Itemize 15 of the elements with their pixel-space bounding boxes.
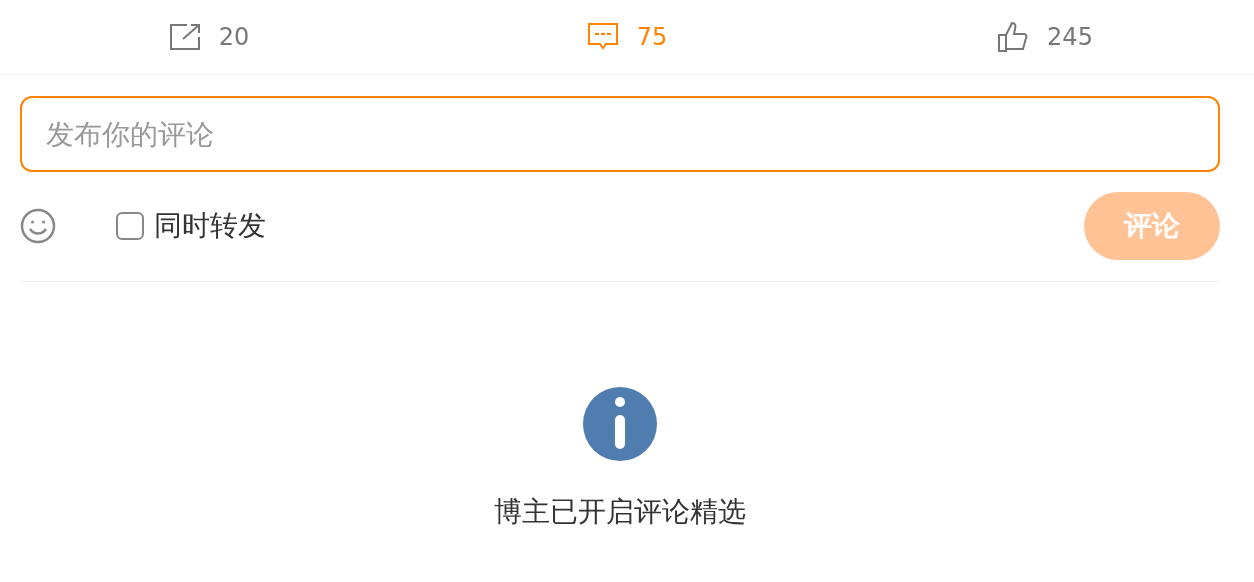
count-label: 245 xyxy=(1047,23,1093,51)
smiley-icon[interactable] xyxy=(20,208,56,244)
notice-text: 博主已开启评论精选 xyxy=(494,494,746,530)
count-label: 75 xyxy=(636,23,668,51)
checkbox-label: 同时转发 xyxy=(154,208,266,244)
share-icon xyxy=(168,23,201,51)
action-tab[interactable]: 245 xyxy=(836,0,1254,74)
thumbs-up-icon xyxy=(997,21,1030,53)
action-tab[interactable]: 75 xyxy=(418,0,836,74)
comment-input-field[interactable]: 发布你的评论 xyxy=(20,96,1220,172)
count-label: 20 xyxy=(218,23,250,51)
comment-icon xyxy=(586,22,619,52)
action-tab[interactable]: 20 xyxy=(0,0,418,74)
checkbox[interactable] xyxy=(116,212,144,240)
info-icon xyxy=(583,387,657,461)
